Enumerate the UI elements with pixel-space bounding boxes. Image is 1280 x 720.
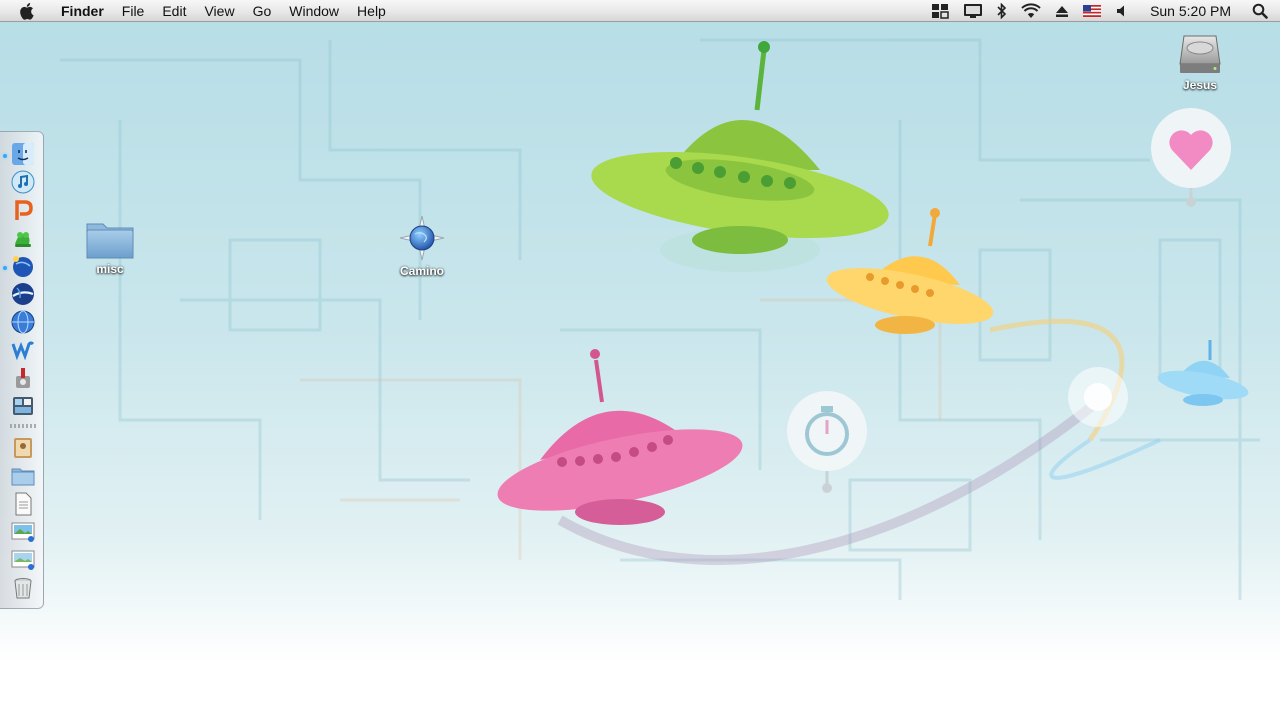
volume-icon[interactable]	[1108, 0, 1136, 22]
desktop-icon-camino[interactable]: Camino	[382, 214, 462, 278]
eject-icon[interactable]	[1048, 0, 1076, 22]
menu-window[interactable]: Window	[280, 0, 348, 22]
desktop-icon-label: misc	[96, 262, 124, 276]
utility-app-icon[interactable]	[9, 366, 37, 390]
wifi-icon[interactable]	[1014, 0, 1048, 22]
dock	[0, 131, 44, 609]
finder-icon[interactable]	[9, 142, 37, 166]
spaces-icon[interactable]	[924, 0, 956, 22]
menu-edit[interactable]: Edit	[153, 0, 195, 22]
apple-menu-icon[interactable]	[20, 2, 36, 20]
menu-go[interactable]: Go	[244, 0, 281, 22]
camino-app-icon	[382, 214, 462, 262]
dashboard-widgets-icon[interactable]	[9, 394, 37, 418]
globe-app-icon[interactable]	[9, 254, 37, 278]
running-indicator	[3, 154, 7, 158]
bluetooth-icon[interactable]	[990, 0, 1014, 22]
desktop-icon-label: Jesus	[1182, 78, 1218, 92]
trash-icon[interactable]	[9, 576, 37, 600]
menu-help[interactable]: Help	[348, 0, 395, 22]
address-book-icon[interactable]	[9, 436, 37, 460]
frog-app-icon[interactable]	[9, 226, 37, 250]
us-flag-input-icon[interactable]	[1076, 0, 1108, 22]
folder-stack-icon[interactable]	[9, 464, 37, 488]
dock-separator	[10, 424, 36, 428]
desktop-wallpaper	[60, 38, 1260, 600]
menu-clock[interactable]: Sun 5:20 PM	[1136, 3, 1245, 19]
folder-icon	[70, 218, 150, 260]
dreamweaver-icon[interactable]	[9, 338, 37, 362]
hard-drive-icon	[1160, 30, 1240, 76]
itunes-icon[interactable]	[9, 170, 37, 194]
menu-bar: Finder File Edit View Go Window Help Sun…	[0, 0, 1280, 22]
running-indicator	[3, 266, 7, 270]
desktop-icon-jesus[interactable]: Jesus	[1160, 30, 1240, 92]
google-earth-icon[interactable]	[9, 282, 37, 306]
document-icon[interactable]	[9, 492, 37, 516]
menu-finder[interactable]: Finder	[52, 0, 113, 22]
menu-view[interactable]: View	[195, 0, 243, 22]
menu-file[interactable]: File	[113, 0, 154, 22]
image-document-icon[interactable]	[9, 520, 37, 544]
desktop-icon-misc[interactable]: misc	[70, 218, 150, 276]
network-globe-icon[interactable]	[9, 310, 37, 334]
spotlight-search-icon[interactable]	[1245, 0, 1280, 22]
display-icon[interactable]	[956, 0, 990, 22]
image-document-2-icon[interactable]	[9, 548, 37, 572]
desktop-icon-label: Camino	[399, 264, 444, 278]
pages-icon[interactable]	[9, 198, 37, 222]
